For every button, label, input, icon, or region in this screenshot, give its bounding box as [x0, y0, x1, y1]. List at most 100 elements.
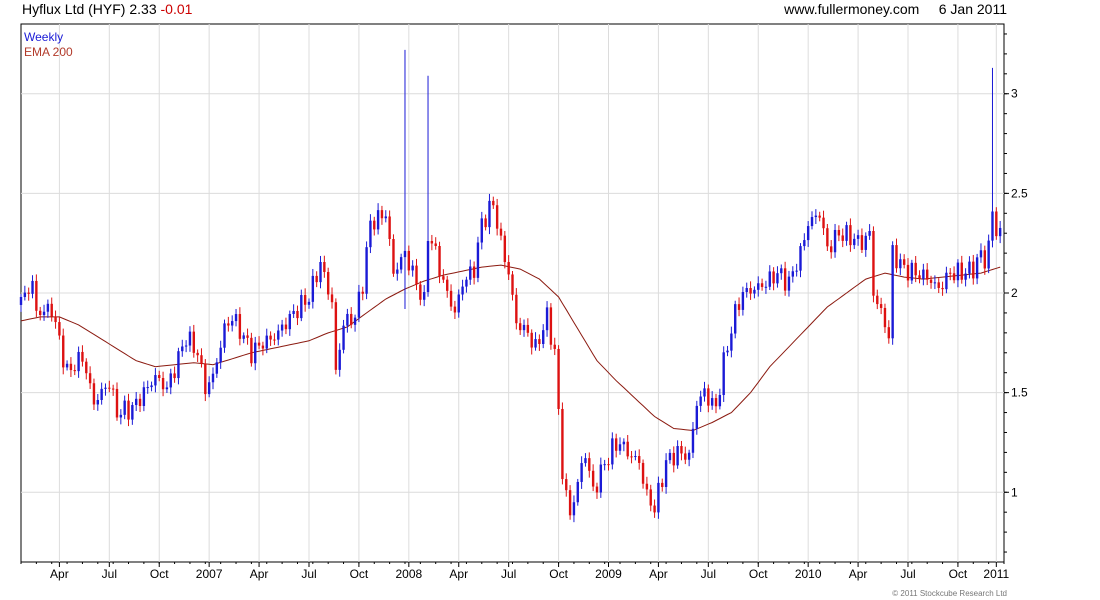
- candle-body: [599, 464, 603, 493]
- candle-body: [426, 241, 430, 293]
- x-tick-label: Apr: [849, 567, 868, 581]
- candle-body: [319, 261, 322, 283]
- candle-body: [899, 259, 902, 269]
- x-tick-label: Oct: [150, 567, 169, 581]
- candle-body: [81, 351, 84, 362]
- candle-body: [952, 273, 956, 281]
- candle-body: [284, 324, 288, 330]
- candle-body: [968, 261, 971, 274]
- candle-body: [361, 291, 364, 294]
- candle-body: [991, 211, 994, 241]
- candle-body: [883, 307, 887, 328]
- candle-body: [545, 307, 549, 331]
- candle-body: [760, 283, 764, 287]
- candle-body: [995, 211, 998, 237]
- candle-body: [830, 246, 833, 253]
- candle-body: [975, 257, 979, 279]
- candle-body: [346, 313, 349, 326]
- candle-body: [384, 216, 387, 219]
- candle-body: [472, 266, 476, 278]
- x-tick-label: 2010: [795, 567, 822, 581]
- candle-body: [35, 280, 38, 311]
- candle-body: [495, 205, 499, 229]
- candle-body: [734, 304, 737, 334]
- candle-body: [184, 345, 188, 347]
- candle-body: [177, 351, 180, 379]
- candle-body: [856, 235, 860, 239]
- candle-body: [983, 250, 987, 269]
- candle-body: [530, 332, 533, 348]
- candle-body: [749, 288, 752, 294]
- candle-body: [296, 310, 299, 319]
- candle-body: [50, 303, 53, 317]
- candle-body: [488, 200, 491, 228]
- candle-body: [607, 464, 610, 466]
- candle-body: [791, 271, 795, 277]
- candle-body: [315, 275, 318, 283]
- candle-body: [649, 489, 652, 506]
- x-tick-label: Jul: [301, 567, 316, 581]
- candle-body: [77, 351, 80, 372]
- candle-body: [580, 463, 583, 482]
- candle-body: [173, 373, 176, 379]
- candle-body: [392, 239, 395, 274]
- candle-body: [910, 262, 914, 281]
- copyright: © 2011 Stockcube Research Ltd: [892, 589, 1007, 598]
- candle-body: [192, 331, 195, 353]
- candle-body: [553, 344, 556, 349]
- candle-body: [699, 396, 702, 406]
- candle-body: [196, 352, 199, 356]
- candle-body: [219, 347, 222, 363]
- candle-body: [311, 275, 315, 302]
- candle-body: [557, 348, 560, 409]
- candle-body: [914, 262, 917, 276]
- candle-body: [833, 229, 837, 253]
- candle-body: [207, 382, 211, 395]
- y-axis: 1 1.5 2 2.5 3: [1004, 33, 1028, 553]
- legend-ema: EMA 200: [24, 45, 73, 59]
- candle-body: [65, 363, 69, 368]
- candle-body: [376, 210, 380, 230]
- candle-body: [250, 337, 253, 364]
- candle-body: [161, 378, 165, 390]
- candle-body: [353, 317, 357, 325]
- candle-body: [369, 220, 372, 248]
- candle-body: [561, 408, 564, 480]
- candle-body: [626, 441, 629, 457]
- candle-body: [730, 333, 733, 351]
- candle-body: [88, 373, 92, 384]
- candle-body: [960, 262, 963, 280]
- candle-body: [695, 405, 699, 429]
- candle-body: [23, 292, 27, 297]
- x-axis: Apr Jul Oct 2007 Apr Jul Oct 2008 Apr Jul Oct 2009 A…: [20, 562, 1010, 581]
- candle-body: [127, 400, 130, 420]
- candle-body: [388, 216, 391, 240]
- candle-body: [956, 262, 960, 281]
- candle-body: [42, 311, 46, 316]
- candle-body: [853, 238, 856, 246]
- candle-body: [31, 280, 34, 294]
- candle-body: [522, 324, 526, 331]
- candle-body: [845, 225, 848, 241]
- candle-body: [69, 363, 73, 371]
- x-tick-label: Apr: [50, 567, 69, 581]
- candle-body: [864, 235, 867, 250]
- candle-body: [292, 310, 295, 314]
- candle-body: [111, 388, 115, 390]
- candle-body: [722, 352, 725, 396]
- candle-body: [618, 444, 622, 451]
- candle-body: [465, 279, 468, 287]
- candle-body: [906, 264, 910, 281]
- candle-body: [277, 330, 280, 340]
- candle-body: [661, 482, 664, 487]
- candle-body: [518, 323, 522, 331]
- candle-body: [787, 276, 791, 291]
- candle-body: [687, 452, 691, 460]
- x-tick-label: Jul: [102, 567, 117, 581]
- candle-body: [396, 269, 399, 274]
- candle-body: [150, 385, 153, 388]
- candle-body: [211, 373, 215, 383]
- candle-body: [818, 215, 821, 218]
- candle-body: [964, 273, 967, 280]
- candle-body: [645, 483, 649, 490]
